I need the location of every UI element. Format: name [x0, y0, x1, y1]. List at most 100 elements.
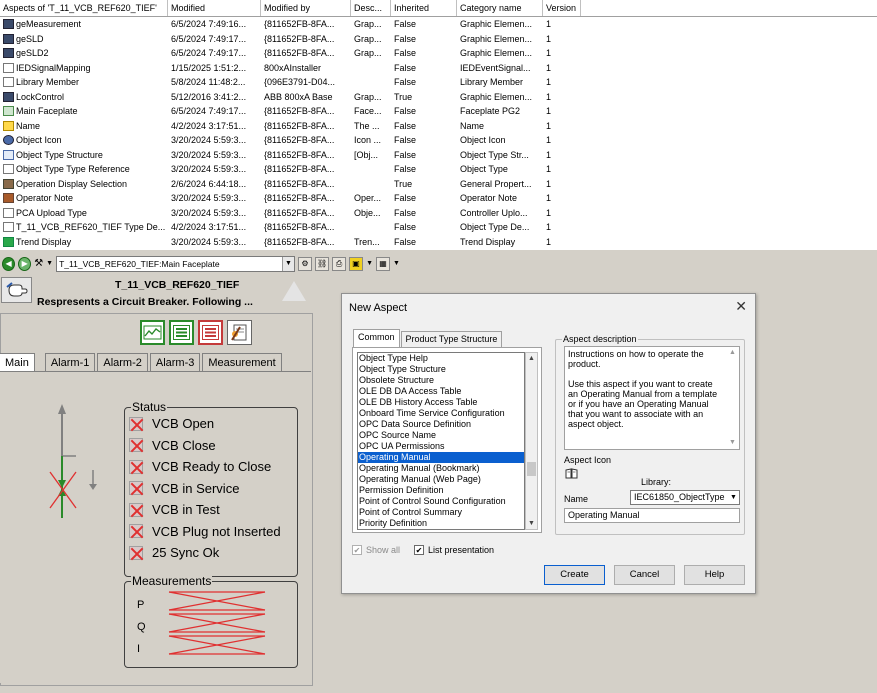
table-row[interactable]: geSLD2 6/5/2024 7:49:17... {811652FB-8FA..… — [0, 46, 877, 61]
tools-icon[interactable]: ⚒ — [34, 257, 43, 271]
operator-note-button[interactable] — [227, 320, 252, 345]
tab-alarm-2[interactable]: Alarm-2 — [97, 353, 148, 372]
column-header-version[interactable]: Version — [543, 0, 581, 16]
aspect-view-combo[interactable]: T_11_VCB_REF620_TIEF:Main Faceplate ▼ — [56, 256, 295, 272]
print-icon[interactable]: ⎙ — [332, 257, 347, 271]
back-icon[interactable]: ◀ — [2, 257, 16, 271]
aspect-type-list-item[interactable]: OLE DB DA Access Table — [358, 386, 524, 397]
tab-common[interactable]: Common — [353, 329, 400, 347]
column-header-modified[interactable]: Modified — [168, 0, 261, 16]
scroll-thumb[interactable] — [527, 462, 536, 476]
list-presentation-checkbox-row[interactable]: ✔ List presentation — [414, 545, 494, 555]
grid-icon[interactable]: ▦ — [376, 257, 391, 271]
scroll-up-icon[interactable]: ▲ — [526, 353, 537, 364]
table-cell-text: {811652FB-8FA... — [264, 106, 335, 117]
aspect-list-header: Aspects of 'T_11_VCB_REF620_TIEF' Modifi… — [0, 0, 877, 17]
forward-icon[interactable]: ▶ — [18, 257, 32, 271]
table-cell-name: Object Type Type Reference — [0, 162, 168, 176]
aspect-type-list-item[interactable]: Operating Manual (Bookmark) — [358, 463, 524, 474]
show-all-checkbox[interactable]: ✔ — [352, 545, 362, 555]
table-row[interactable]: Object Type Type Reference 3/20/2024 5:59… — [0, 162, 877, 177]
table-row[interactable]: IEDSignalMapping 1/15/2025 1:51:2... 800xA… — [0, 61, 877, 76]
aspect-type-list-item[interactable]: OPC UA Permissions — [358, 441, 524, 452]
table-row[interactable]: Main Faceplate 6/5/2024 7:49:17... {811652… — [0, 104, 877, 119]
table-cell-text: 1 — [546, 62, 552, 73]
library-select[interactable]: IEC61850_ObjectType ▼ — [630, 490, 740, 505]
aspect-type-list-item[interactable]: Point of Control Summary — [358, 507, 524, 518]
table-cell-category: General Propert... — [457, 177, 543, 191]
table-row[interactable]: Object Icon 3/20/2024 5:59:3... {811652FB-… — [0, 133, 877, 148]
scroll-down-icon[interactable]: ▼ — [526, 518, 537, 529]
list-green-button[interactable] — [169, 320, 194, 345]
tab-measurement[interactable]: Measurement — [202, 353, 282, 372]
chevron-down-icon[interactable]: ▼ — [728, 491, 739, 504]
table-cell-name: IEDSignalMapping — [0, 61, 168, 75]
aspect-type-list-item[interactable]: Priority Definition — [358, 518, 524, 529]
cancel-button[interactable]: Cancel — [614, 565, 675, 585]
aspect-type-list-item[interactable]: Onboard Time Service Configuration — [358, 408, 524, 419]
aspect-type-list-item[interactable]: Operating Manual (Web Page) — [358, 474, 524, 485]
dropdown-icon[interactable]: ▼ — [46, 257, 53, 271]
table-row[interactable]: Operator Note 3/20/2024 5:59:3... {811652F… — [0, 191, 877, 206]
faceplate-title: T_11_VCB_REF620_TIEF — [115, 279, 240, 291]
table-cell-name: PCA Upload Type — [0, 206, 168, 220]
table-cell-text: Trend Display — [16, 236, 72, 247]
table-row[interactable]: Library Member 5/8/2024 11:48:2... {096E37… — [0, 75, 877, 90]
close-icon[interactable]: ✕ — [735, 298, 747, 315]
table-row[interactable]: Trend Display 3/20/2024 5:59:3... {811652F… — [0, 235, 877, 250]
status-invalid-icon — [129, 545, 143, 560]
table-cell-inherited: False — [391, 206, 457, 220]
aspect-type-scrollbar[interactable]: ▲ ▼ — [525, 352, 538, 530]
table-row[interactable]: geMeasurement 6/5/2024 7:49:16... {811652F… — [0, 17, 877, 32]
table-cell-version: 1 — [543, 206, 581, 220]
hand-pointer-icon[interactable] — [1, 277, 32, 303]
column-header-description[interactable]: Desc... — [351, 0, 391, 16]
tab-product-type-structure[interactable]: Product Type Structure — [400, 331, 503, 347]
table-cell-name: Object Icon — [0, 133, 168, 147]
table-cell-desc: Icon ... — [351, 133, 391, 147]
description-scrollbar[interactable]: ▲ ▼ — [727, 348, 738, 448]
aspect-type-list-item[interactable]: OLE DB History Access Table — [358, 397, 524, 408]
table-row[interactable]: Object Type Structure 3/20/2024 5:59:3...… — [0, 148, 877, 163]
aspect-type-list-item[interactable]: Obsolete Structure — [358, 375, 524, 386]
aspect-type-list[interactable]: Object Type Help Object Type Structure Obs… — [357, 352, 525, 530]
aspect-type-list-item[interactable]: OPC Data Source Definition — [358, 419, 524, 430]
table-cell-text: Grap... — [354, 19, 382, 30]
list-presentation-checkbox[interactable]: ✔ — [414, 545, 424, 555]
help-button[interactable]: Help — [684, 565, 745, 585]
tab-alarm-1[interactable]: Alarm-1 — [44, 353, 96, 372]
column-header-aspects[interactable]: Aspects of 'T_11_VCB_REF620_TIEF' — [0, 0, 168, 16]
show-all-checkbox-row[interactable]: ✔ Show all — [352, 545, 400, 555]
trend-button[interactable] — [140, 320, 165, 345]
aspect-type-list-item[interactable]: Point of Control Sound Configuration — [358, 496, 524, 507]
tab-alarm-3[interactable]: Alarm-3 — [149, 353, 201, 372]
tree-icon[interactable]: ⚙ — [298, 257, 313, 271]
column-header-modified-by[interactable]: Modified by — [261, 0, 351, 16]
table-cell-text: False — [394, 120, 417, 131]
table-row[interactable]: LockControl 5/12/2016 3:41:2... ABB 800xA … — [0, 90, 877, 105]
name-input[interactable]: Operating Manual — [564, 508, 740, 523]
grid-dropdown-icon[interactable]: ▼ — [393, 257, 400, 271]
table-row[interactable]: geSLD 6/5/2024 7:49:17... {811652FB-8FA...… — [0, 32, 877, 47]
table-cell-version: 1 — [543, 177, 581, 191]
aspect-type-list-item[interactable]: Operating Manual — [358, 452, 524, 463]
table-row[interactable]: Name 4/2/2024 3:17:51... {811652FB-8FA... T… — [0, 119, 877, 134]
create-button[interactable]: Create — [544, 565, 605, 585]
table-cell-modified: 6/5/2024 7:49:17... — [168, 104, 261, 118]
list-red-button[interactable] — [198, 320, 223, 345]
tab-main[interactable]: Main — [0, 353, 35, 372]
table-cell-name: geSLD2 — [0, 46, 168, 60]
combo-dropdown-icon[interactable]: ▼ — [282, 257, 294, 271]
link-icon[interactable]: ⛓ — [315, 257, 330, 271]
column-header-category[interactable]: Category name — [457, 0, 543, 16]
column-header-inherited[interactable]: Inherited — [391, 0, 457, 16]
table-row[interactable]: T_11_VCB_REF620_TIEF Type De... 4/2/2024 … — [0, 220, 877, 235]
table-row[interactable]: Operation Display Selection 2/6/2024 6:44… — [0, 177, 877, 192]
aspect-type-list-item[interactable]: Object Type Help — [358, 353, 524, 364]
aspect-type-list-item[interactable]: Object Type Structure — [358, 364, 524, 375]
window-dropdown-icon[interactable]: ▼ — [366, 257, 373, 271]
aspect-type-list-item[interactable]: OPC Source Name — [358, 430, 524, 441]
aspect-type-list-item[interactable]: Permission Definition — [358, 485, 524, 496]
table-row[interactable]: PCA Upload Type 3/20/2024 5:59:3... {81165… — [0, 206, 877, 221]
window-icon[interactable]: ▣ — [349, 257, 364, 271]
